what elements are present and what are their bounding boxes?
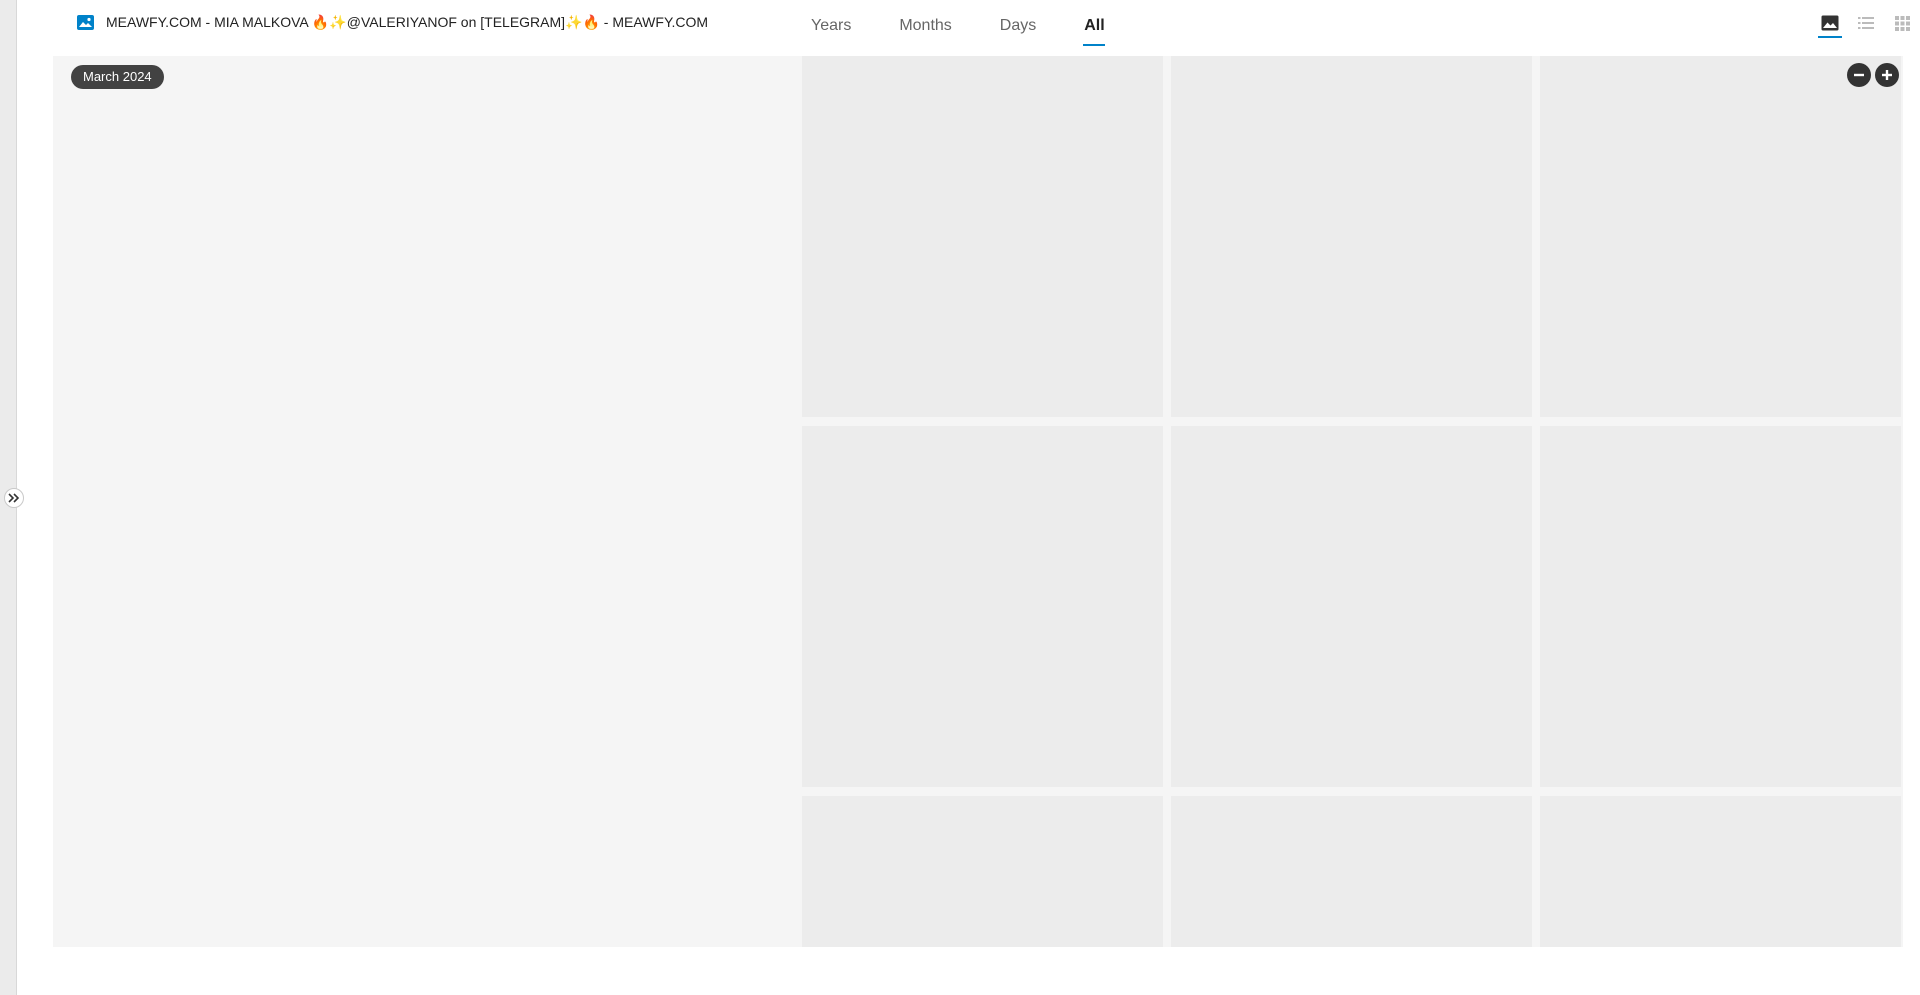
grid-view-icon	[1894, 15, 1910, 31]
tab-years[interactable]: Years	[787, 0, 875, 52]
photo-placeholder[interactable]	[802, 426, 1163, 787]
photo-placeholder[interactable]	[429, 426, 790, 787]
photo-placeholder[interactable]	[429, 796, 790, 947]
tab-months[interactable]: Months	[875, 0, 975, 52]
photo-placeholder[interactable]	[1171, 426, 1532, 787]
sidebar-toggle-button[interactable]	[4, 488, 24, 508]
album-title: MEAWFY.COM - MIA MALKOVA 🔥✨@VALERIYANOF …	[106, 14, 709, 30]
tab-days[interactable]: Days	[976, 0, 1060, 52]
month-section-label: March 2024	[71, 65, 164, 89]
double-chevron-right-icon	[8, 493, 20, 503]
photo-placeholder[interactable]	[1540, 426, 1901, 787]
list-view-icon	[1858, 17, 1874, 29]
photo-placeholder[interactable]	[1540, 796, 1901, 947]
photo-placeholder[interactable]	[802, 796, 1163, 947]
photo-placeholder[interactable]	[1171, 796, 1532, 947]
photo-placeholder[interactable]	[1171, 56, 1532, 417]
minus-icon	[1854, 73, 1864, 77]
view-mode-switch	[1812, 0, 1920, 52]
photo-placeholder[interactable]	[1540, 56, 1901, 417]
photo-placeholder[interactable]	[59, 56, 420, 417]
zoom-out-button[interactable]	[1847, 63, 1871, 87]
plus-icon	[1882, 70, 1892, 80]
image-icon	[77, 15, 94, 30]
photo-view-icon	[1821, 15, 1839, 31]
photo-view-button[interactable]	[1812, 0, 1848, 46]
grid-view-button[interactable]	[1884, 0, 1920, 46]
photo-placeholder[interactable]	[59, 796, 420, 947]
zoom-in-button[interactable]	[1875, 63, 1899, 87]
header-bar: MEAWFY.COM - MIA MALKOVA 🔥✨@VALERIYANOF …	[17, 0, 1920, 52]
list-view-button[interactable]	[1848, 0, 1884, 46]
photo-grid	[53, 56, 1903, 947]
tab-all[interactable]: All	[1060, 0, 1128, 52]
timeline-tabs: Years Months Days All	[787, 0, 1129, 52]
photo-placeholder[interactable]	[429, 56, 790, 417]
photo-placeholder[interactable]	[802, 56, 1163, 417]
photo-placeholder[interactable]	[59, 426, 420, 787]
